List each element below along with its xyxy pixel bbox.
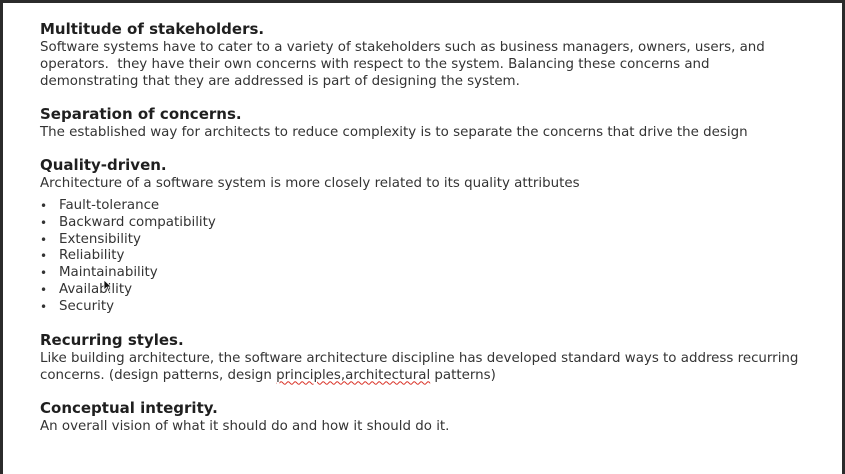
recurring-line-2-start: concerns. (design patterns, design: [40, 367, 277, 383]
document-page: Multitude of stakeholders. Software syst…: [3, 3, 842, 474]
heading-separation: Separation of concerns.: [40, 105, 242, 123]
heading-stakeholders: Multitude of stakeholders.: [40, 20, 265, 38]
list-item: • Security: [40, 299, 830, 316]
integrity-line-1: An overall vision of what it should do a…: [40, 418, 450, 434]
section-integrity: Conceptual integrity. An overall vision …: [40, 398, 830, 435]
heading-quality: Quality-driven.: [40, 156, 167, 174]
list-item: • Extensibility: [40, 232, 830, 249]
mouse-pointer-icon: [103, 279, 113, 293]
section-recurring: Recurring styles. Like building architec…: [40, 330, 830, 384]
stakeholders-line-2: operators. they have their own concerns …: [40, 57, 710, 72]
list-item: • Backward compatibility: [40, 215, 830, 232]
separation-line-1: The established way for architects to re…: [40, 125, 748, 140]
recurring-line-2-end: patterns): [430, 367, 496, 383]
list-item-text: Reliability: [59, 248, 125, 264]
list-item-text: Backward compatibility: [59, 214, 216, 230]
list-item-text: Security: [59, 298, 114, 314]
section-stakeholders: Multitude of stakeholders. Software syst…: [40, 19, 830, 90]
list-item-text: Fault-tolerance: [59, 198, 160, 213]
quality-line-1: Architecture of a software system is mor…: [40, 176, 580, 191]
bullet-icon: •: [40, 249, 48, 264]
document-content: Multitude of stakeholders. Software syst…: [40, 19, 830, 449]
stakeholders-line-3: demonstrating that they are addressed is…: [40, 74, 520, 89]
heading-recurring: Recurring styles.: [40, 330, 184, 349]
list-item: • Maintainability: [40, 265, 830, 282]
bullet-icon: •: [40, 215, 48, 230]
bullet-icon: •: [40, 299, 48, 314]
list-item: • Fault-tolerance: [40, 198, 830, 215]
recurring-line-1: Like building architecture, the software…: [40, 350, 799, 366]
bullet-icon: •: [40, 199, 48, 213]
bullet-icon: •: [40, 266, 48, 281]
list-item: • Availability: [40, 282, 830, 299]
section-separation: Separation of concerns. The established …: [40, 104, 830, 141]
list-item-text: Availability: [59, 281, 132, 297]
list-item-text: Maintainability: [59, 265, 158, 281]
heading-integrity: Conceptual integrity.: [40, 398, 218, 417]
section-quality: Quality-driven. Architecture of a softwa…: [40, 155, 830, 316]
bullet-icon: •: [40, 282, 48, 297]
recurring-line-2: concerns. (design patterns, design princ…: [40, 367, 830, 384]
misspelled-word[interactable]: principles,architectural: [276, 368, 430, 383]
list-item: • Reliability: [40, 248, 830, 265]
stakeholders-line-1: Software systems have to cater to a vari…: [40, 40, 765, 55]
bullet-icon: •: [40, 232, 48, 247]
list-item-text: Extensibility: [59, 231, 141, 247]
quality-bullet-list: • Fault-tolerance • Backward compatibility…: [40, 198, 830, 316]
